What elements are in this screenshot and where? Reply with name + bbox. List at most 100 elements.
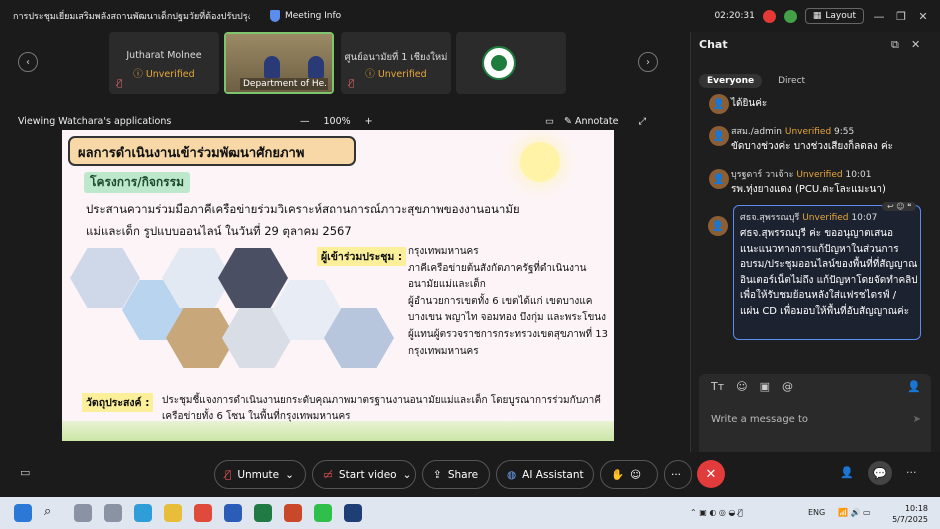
chrome-icon[interactable] [194, 504, 212, 522]
edge-icon[interactable] [134, 504, 152, 522]
avatar-icon: 👤 [709, 169, 729, 189]
zoom-level: 100% [323, 115, 351, 127]
clock-time: 10:18 [904, 504, 928, 513]
meeting-title: การประชุมเยี่ยมเสริมพลังสถานพัฒนาเด็กปฐม… [13, 12, 250, 22]
photo-hexagon [218, 248, 288, 308]
shared-slide: ผลการดำเนินงานเข้าร่วมพัฒนาศักยภาพ โครงก… [62, 130, 614, 441]
reaction-toolbar[interactable]: ↩ ☺ ❝ [882, 202, 917, 211]
participant-name: ศูนย์อนามัยที่ 1 เชียงใหม่ [344, 52, 448, 63]
strip-next-icon[interactable]: › [638, 52, 658, 72]
participant-tile-video[interactable]: Department of He... [224, 32, 334, 94]
ai-assistant-button[interactable]: ◍ AI Assistant [496, 460, 594, 489]
attendee-line: กรุงเทพมหานคร [408, 345, 479, 357]
zoom-in-button[interactable]: + [365, 116, 373, 127]
excel-icon[interactable] [254, 504, 272, 522]
emoji-icon[interactable]: ☺ [736, 380, 747, 393]
avatar-icon: 👤 [709, 126, 729, 146]
project-label: โครงการ/กิจกรรม [84, 172, 190, 193]
message-text: ศธจ.สุพรรณบุรี ค่ะ ขออนุญาตเสนอแนะแนวทาง… [740, 228, 918, 317]
meeting-title-area: การประชุมเยี่ยมเสริมพลังสถานพัฒนาเด็กปฐม… [0, 9, 250, 23]
participant-tile[interactable] [456, 32, 566, 94]
powerpoint-icon[interactable] [284, 504, 302, 522]
webex-icon[interactable] [344, 504, 362, 522]
status-icon[interactable] [783, 9, 797, 23]
start-video-label: Start video [338, 468, 397, 481]
objective-label: วัตถุประสงค์ : [82, 393, 154, 412]
file-explorer-icon[interactable] [164, 504, 182, 522]
message-input[interactable]: Write a message to [711, 414, 808, 425]
person-figure [264, 56, 280, 78]
language-indicator[interactable]: ENG [808, 508, 825, 517]
meeting-controls: ▭ 🎙̸ Unmute ⌄ ▭̸ Start video ⌄ ⇪ Share ◍… [0, 452, 940, 497]
unmute-button[interactable]: 🎙̸ Unmute ⌄ [214, 460, 306, 489]
reactions-button[interactable]: ✋ ☺ [600, 460, 658, 489]
record-icon[interactable] [762, 9, 776, 23]
line-icon[interactable] [314, 504, 332, 522]
meeting-info-label: Meeting Info [285, 11, 342, 21]
chevron-down-icon: ⌄ [402, 468, 412, 481]
participants-icon[interactable]: 👤 [840, 466, 854, 479]
message-text: รพ.ทุ่งยางแดง (PCU.ตะโละแมะนา) [731, 184, 886, 195]
message-text: ได้ยินค่ะ [731, 98, 768, 109]
captions-icon[interactable]: ▭ [20, 466, 30, 479]
word-icon[interactable] [224, 504, 242, 522]
attendee-line: บางเขน พญาไท จอมทอง บึงกุ่ม และพระโขนง [408, 312, 607, 324]
grid-icon: ▦ [812, 11, 822, 21]
more-panel-icon[interactable]: ··· [906, 466, 917, 479]
attendee-line: ผู้อำนวยการเขตทั้ง 6 เขตได้แก่ เขตบางแค [408, 295, 593, 307]
strip-prev-icon[interactable]: ‹ [18, 52, 38, 72]
mention-icon[interactable]: @ [782, 380, 793, 393]
attendee-line: ภาคีเครือข่ายต้นสังกัดภาครัฐที่ดำเนินงาน [408, 262, 587, 274]
minimize-icon[interactable]: — [872, 10, 886, 23]
tab-everyone[interactable]: Everyone [699, 74, 763, 88]
shield-icon [270, 10, 280, 22]
tab-direct[interactable]: Direct [770, 74, 813, 88]
recipient-icon[interactable]: 👤 [907, 380, 921, 393]
start-video-button[interactable]: ▭̸ Start video ⌄ [312, 460, 416, 489]
chat-icon[interactable]: 💬 [868, 461, 892, 485]
video-off-icon: ▭̸ [323, 468, 333, 481]
unverified-badge: ⓘ Unverified [365, 69, 427, 80]
fullscreen-icon[interactable]: ⤢ [638, 116, 646, 127]
gif-icon[interactable]: ▣ [760, 380, 770, 393]
share-button[interactable]: ⇪ Share [422, 460, 490, 489]
attendees-list: กรุงเทพมหานคร ภาคีเครือข่ายต้นสังกัดภาคร… [408, 244, 608, 360]
participant-tile[interactable]: ศูนย์อนามัยที่ 1 เชียงใหม่ ⓘ Unverified … [341, 32, 451, 94]
title-bar: การประชุมเยี่ยมเสริมพลังสถานพัฒนาเด็กปฐม… [0, 0, 940, 32]
end-call-button[interactable]: ✕ [697, 460, 725, 488]
meeting-info-button[interactable]: Meeting Info [270, 10, 341, 22]
clock-date: 5/7/2025 [892, 515, 928, 524]
zoom-out-button[interactable]: — [300, 116, 310, 127]
objective-line: เครือข่ายทั้ง 6 โซน ในพื้นที่กรุงเทพมหาน… [162, 411, 351, 422]
share-label: Share [447, 468, 479, 481]
unmute-label: Unmute [237, 468, 280, 481]
close-chat-icon[interactable]: ✕ [911, 38, 920, 51]
muted-mic-icon: 🎙̸ [117, 79, 123, 89]
chat-message-selected[interactable]: 👤 ศธจ.สุพรรณบุรี Unverified 10:07 ↩ ☺ ❝ … [708, 202, 921, 340]
widgets-icon[interactable] [104, 504, 122, 522]
task-view-icon[interactable] [74, 504, 92, 522]
chat-panel: Chat ⧉ ✕ Everyone Direct 👤 ได้ยินค่ะ 👤 ส… [690, 32, 940, 497]
muted-mic-icon: 🎙̸ [225, 468, 232, 481]
layout-label: Layout [825, 11, 856, 21]
close-icon[interactable]: ✕ [916, 10, 930, 23]
send-icon[interactable]: ➤ [913, 414, 921, 425]
start-icon[interactable] [14, 504, 32, 522]
system-clock[interactable]: 10:18 5/7/2025 [892, 503, 928, 525]
tray-icons[interactable]: ⌃ ▣ ◐ ◎ ◒ 🎙̸ [690, 508, 743, 517]
chat-message: 👤 ได้ยินค่ะ [701, 92, 923, 116]
more-label: ··· [671, 468, 682, 481]
project-description: ประสานความร่วมมือภาคีเครือข่ายร่วมวิเครา… [86, 198, 546, 242]
popout-icon[interactable]: ⧉ [891, 38, 899, 52]
more-options-button[interactable]: ··· [664, 460, 692, 489]
format-icon[interactable]: Tт [711, 380, 724, 393]
annotate-button[interactable]: ✎ Annotate [564, 116, 618, 127]
participant-strip: ‹ Jutharat Molnee ⓘ Unverified 🎙̸ Depart… [18, 32, 668, 96]
participant-name: Jutharat Molnee [126, 50, 202, 61]
layout-button[interactable]: ▦ Layout [804, 8, 864, 24]
search-icon[interactable]: ⌕ [44, 504, 62, 522]
restore-icon[interactable]: ❐ [894, 10, 908, 23]
participant-tile[interactable]: Jutharat Molnee ⓘ Unverified 🎙̸ [109, 32, 219, 94]
network-volume-icons[interactable]: 📶 🔊 ▭ [838, 508, 871, 517]
screen-icon[interactable]: ▭ [545, 116, 554, 127]
